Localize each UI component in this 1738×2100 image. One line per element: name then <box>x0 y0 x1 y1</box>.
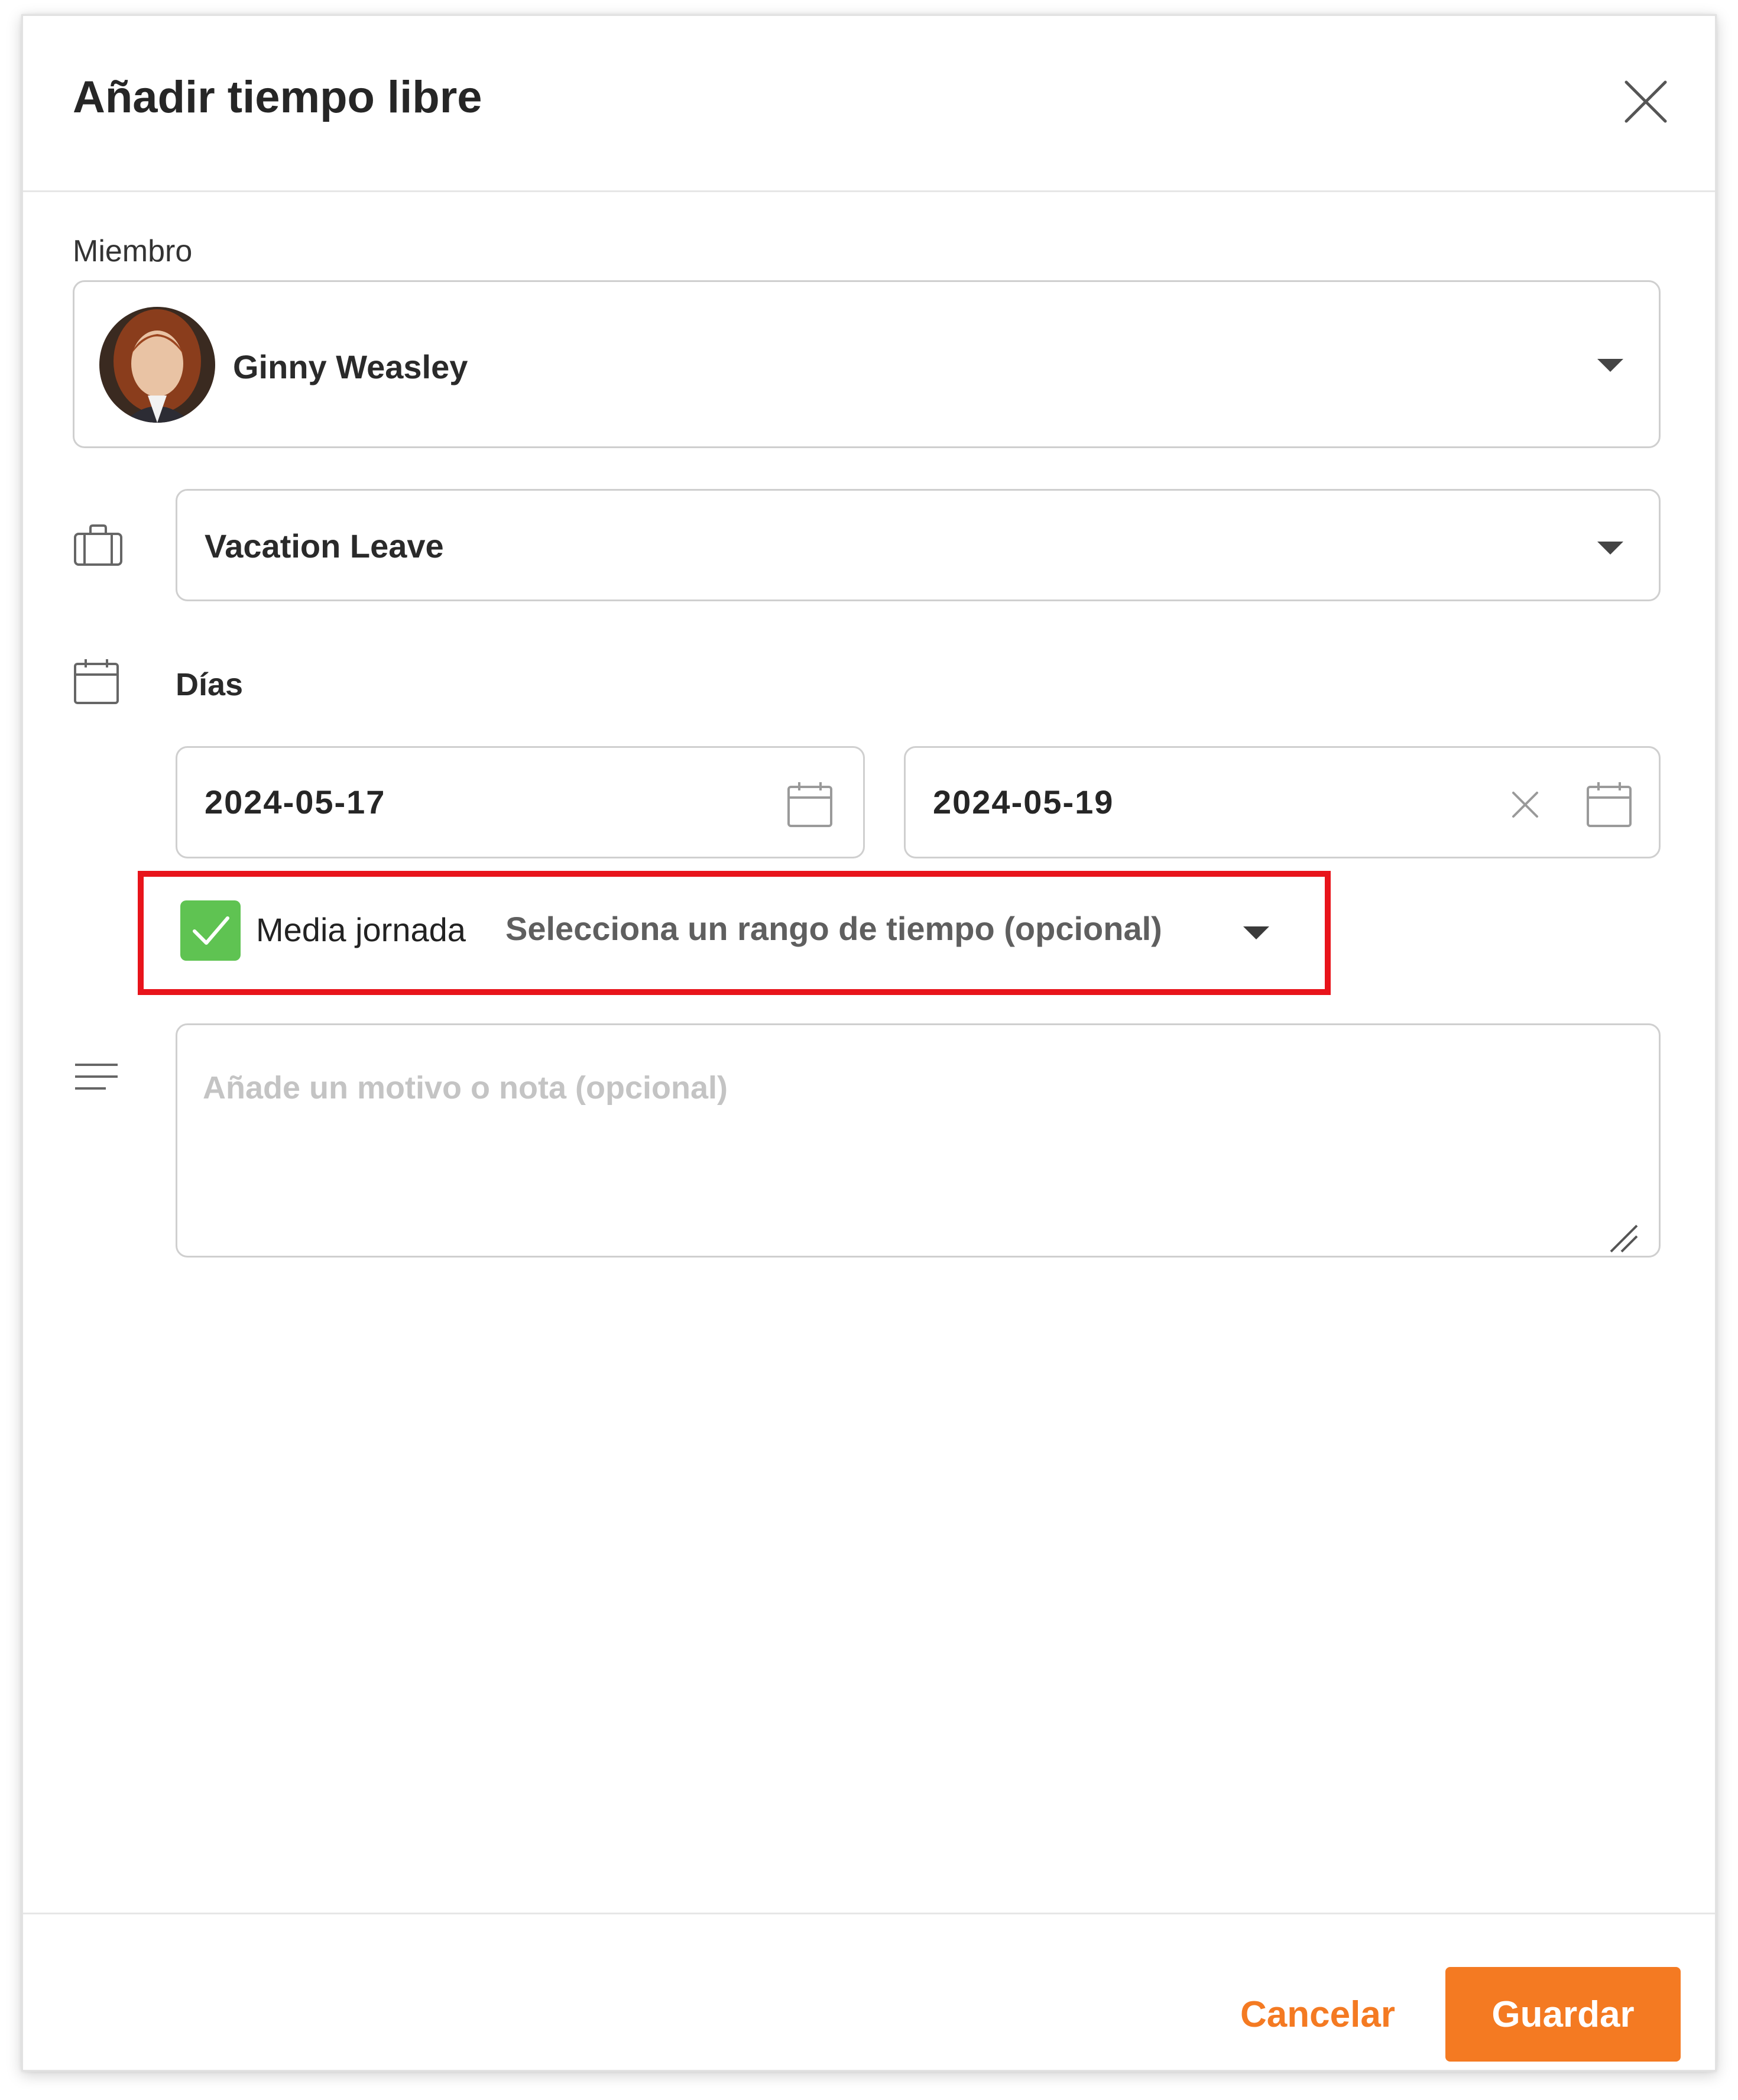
cancel-button[interactable]: Cancelar <box>1229 1967 1406 2062</box>
calendar-icon <box>73 658 120 708</box>
start-date-value: 2024-05-17 <box>205 783 386 821</box>
member-name: Ginny Weasley <box>233 348 468 385</box>
chevron-down-icon <box>1597 542 1623 555</box>
clear-date-button[interactable] <box>1507 787 1543 825</box>
half-day-label: Media jornada <box>256 911 466 948</box>
days-label: Días <box>176 667 244 702</box>
add-time-off-dialog: Añadir tiempo libre Miembro Ginny Weasle… <box>21 14 1717 2072</box>
time-range-select[interactable]: Selecciona un rango de tiempo (opcional) <box>505 902 1309 961</box>
calendar-icon <box>787 782 832 827</box>
start-date-picker-button[interactable] <box>786 781 834 831</box>
text-lines-icon <box>73 1060 120 1098</box>
close-icon <box>1624 80 1667 123</box>
note-textarea[interactable] <box>176 1023 1661 1258</box>
dialog-title: Añadir tiempo libre <box>73 72 482 122</box>
member-select[interactable]: Ginny Weasley <box>73 280 1661 448</box>
close-button[interactable] <box>1619 75 1672 128</box>
end-date-input[interactable]: 2024-05-19 <box>904 746 1661 858</box>
dialog-footer-divider <box>23 1913 1715 1914</box>
start-date-input[interactable]: 2024-05-17 <box>176 746 865 858</box>
leave-type-select[interactable]: Vacation Leave <box>176 489 1661 601</box>
resize-handle[interactable] <box>1607 1222 1639 1254</box>
end-date-value: 2024-05-19 <box>933 783 1114 821</box>
resize-grip-icon <box>1610 1224 1638 1253</box>
end-date-picker-button[interactable] <box>1585 781 1633 831</box>
half-day-checkbox[interactable] <box>180 900 241 961</box>
chevron-down-icon <box>1597 359 1623 372</box>
time-range-placeholder: Selecciona un rango de tiempo (opcional) <box>505 910 1162 947</box>
avatar <box>99 307 215 423</box>
save-button[interactable]: Guardar <box>1445 1967 1681 2062</box>
chevron-down-icon <box>1243 926 1269 939</box>
checkmark-icon <box>193 916 229 945</box>
calendar-icon <box>1587 782 1632 827</box>
briefcase-icon <box>73 523 124 570</box>
dialog-header: Añadir tiempo libre <box>23 16 1715 192</box>
clear-icon <box>1512 792 1538 818</box>
leave-type-value: Vacation Leave <box>205 527 444 565</box>
member-label: Miembro <box>73 234 193 268</box>
